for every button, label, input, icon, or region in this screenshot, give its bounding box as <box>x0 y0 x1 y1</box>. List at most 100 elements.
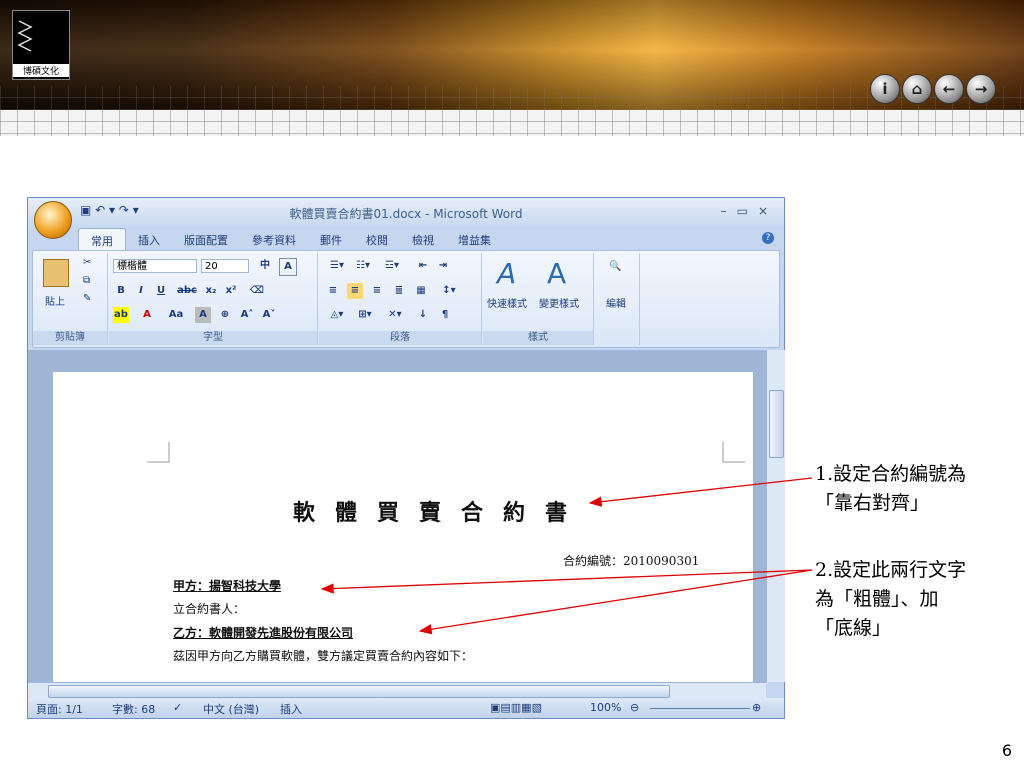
shrink-font-icon[interactable]: A˅ <box>261 307 277 323</box>
find-icon[interactable]: 🔍 <box>609 261 621 272</box>
ribbon-tabs: 常用 插入 版面配置 參考資料 郵件 校閱 檢視 增益集 <box>78 228 503 251</box>
enclose-char-icon[interactable]: ⊕ <box>217 307 233 323</box>
paragraph-group: ☰▾ ☷▾ ☲▾ ⇤ ⇥ ≡ ≡ ≡ ≣ ▦ ↕▾ ◬▾ ⊞▾ ✕▾ ↓ ¶ 段… <box>319 253 482 345</box>
vertical-scrollbar[interactable] <box>766 350 785 682</box>
char-shading-icon[interactable]: A <box>195 307 211 323</box>
slide-page-number: 6 <box>1001 741 1012 760</box>
change-styles-icon[interactable]: A <box>547 257 566 290</box>
editing-button[interactable]: 編輯 <box>606 295 626 310</box>
sort-icon[interactable]: ↓ <box>415 307 431 323</box>
tab-addins[interactable]: 增益集 <box>446 228 503 250</box>
show-marks-icon[interactable]: ¶ <box>437 307 453 323</box>
vertical-scroll-thumb[interactable] <box>769 390 784 458</box>
superscript-icon[interactable]: x² <box>223 283 239 299</box>
doc-title: 軟體買賣合約書 <box>293 500 588 526</box>
status-zoom[interactable]: 100% <box>590 701 621 714</box>
doc-contract-no: 合約編號：2010090301 <box>563 554 700 568</box>
redo-icon[interactable]: ↷ <box>119 203 133 217</box>
tab-view[interactable]: 檢視 <box>400 228 446 250</box>
strikethrough-icon[interactable]: abc <box>175 283 199 299</box>
status-bar: 頁面: 1/1 字數: 68 ✓ 中文 (台灣) 插入 ▣▤▥▦▧ 100% ⊖… <box>28 698 784 718</box>
bold-icon[interactable]: B <box>113 283 129 299</box>
status-words[interactable]: 字數: 68 <box>112 701 155 717</box>
font-size-select[interactable]: 20 <box>201 259 249 273</box>
view-buttons[interactable]: ▣▤▥▦▧ <box>490 701 542 714</box>
decrease-indent-icon[interactable]: ⇤ <box>415 258 431 274</box>
help-icon[interactable]: ? <box>762 232 774 244</box>
banner-grid-light <box>0 110 1024 136</box>
home-icon[interactable]: ⌂ <box>902 74 932 104</box>
spelling-check-icon[interactable]: ✓ <box>173 701 182 714</box>
quick-styles-button[interactable]: 快速樣式 <box>487 295 527 310</box>
font-group: 標楷體 20 中 A B I U abc x₂ x² ⌫ ab A Aa A ⊕… <box>109 253 318 345</box>
word-window: 軟體買賣合約書01.docx - Microsoft Word ▣ ↶ ▾ ↷ … <box>27 197 785 719</box>
zoom-slider[interactable] <box>650 708 750 709</box>
multilevel-list-icon[interactable]: ☲▾ <box>377 258 407 274</box>
publisher-logo: 博碩文化 <box>12 10 70 80</box>
doc-party-b: 乙方：軟體開發先進股份有限公司 <box>173 626 354 640</box>
zoom-out-icon[interactable]: ⊖ <box>630 701 639 714</box>
cut-icon[interactable]: ✂ <box>83 257 91 268</box>
copy-icon[interactable]: ⧉ <box>83 275 90 286</box>
tab-review[interactable]: 校閱 <box>354 228 400 250</box>
shading-icon[interactable]: ◬▾ <box>325 307 349 323</box>
save-icon[interactable]: ▣ <box>80 203 91 217</box>
maximize-icon[interactable]: ▭ <box>737 204 758 218</box>
increase-indent-icon[interactable]: ⇥ <box>435 258 451 274</box>
paste-icon[interactable] <box>43 259 69 287</box>
title-bar: 軟體買賣合約書01.docx - Microsoft Word ▣ ↶ ▾ ↷ … <box>28 198 784 228</box>
forward-arrow-icon[interactable]: → <box>966 74 996 104</box>
quick-styles-icon[interactable]: A <box>497 257 516 290</box>
zoom-in-icon[interactable]: ⊕ <box>752 701 761 714</box>
asian-layout-icon[interactable]: ✕▾ <box>381 307 409 323</box>
font-color-icon[interactable]: A <box>139 307 155 323</box>
doc-signatory: 立合約書人： <box>173 602 246 616</box>
document-page[interactable]: 軟體買賣合約書 合約編號：2010090301 甲方：揚智科技大學 立合約書人：… <box>53 372 753 682</box>
status-mode[interactable]: 插入 <box>280 701 302 717</box>
office-button[interactable] <box>34 201 72 239</box>
info-icon[interactable]: i <box>870 74 900 104</box>
tab-home[interactable]: 常用 <box>78 228 126 251</box>
grow-font-icon[interactable]: A˄ <box>239 307 255 323</box>
tab-layout[interactable]: 版面配置 <box>172 228 240 250</box>
slide-nav-buttons: i ⌂ ← → <box>870 74 996 104</box>
change-case-icon[interactable]: Aa <box>165 307 187 323</box>
annotation-2-line3: 「底線」 <box>815 617 892 639</box>
highlight-icon[interactable]: ab <box>113 307 129 323</box>
close-icon[interactable]: × <box>758 204 778 218</box>
align-center-icon[interactable]: ≡ <box>347 283 363 299</box>
subscript-icon[interactable]: x₂ <box>203 283 219 299</box>
paste-button[interactable]: 貼上 <box>45 293 65 308</box>
customize-qat-icon[interactable]: ▾ <box>133 203 139 217</box>
justify-icon[interactable]: ≣ <box>391 283 407 299</box>
phonetic-guide-icon[interactable]: 中 <box>257 258 273 274</box>
font-name-select[interactable]: 標楷體 <box>113 259 197 273</box>
bullets-icon[interactable]: ☰▾ <box>325 258 349 274</box>
horizontal-scrollbar[interactable] <box>28 682 766 699</box>
status-page[interactable]: 頁面: 1/1 <box>36 701 83 717</box>
underline-icon[interactable]: U <box>153 283 169 299</box>
italic-icon[interactable]: I <box>133 283 149 299</box>
numbering-icon[interactable]: ☷▾ <box>351 258 375 274</box>
format-painter-icon[interactable]: ✎ <box>83 293 91 304</box>
tab-references[interactable]: 參考資料 <box>240 228 308 250</box>
char-border-icon[interactable]: A <box>279 258 297 276</box>
styles-label: 樣式 <box>483 331 593 345</box>
align-right-icon[interactable]: ≡ <box>369 283 385 299</box>
distributed-icon[interactable]: ▦ <box>413 283 429 299</box>
clear-format-icon[interactable]: ⌫ <box>249 283 265 299</box>
status-language[interactable]: 中文 (台灣) <box>203 701 259 717</box>
horizontal-scroll-thumb[interactable] <box>48 685 670 698</box>
tab-mailings[interactable]: 郵件 <box>308 228 354 250</box>
line-spacing-icon[interactable]: ↕▾ <box>437 283 461 299</box>
change-styles-button[interactable]: 變更樣式 <box>539 295 579 310</box>
margin-corner-left <box>147 442 170 463</box>
tab-insert[interactable]: 插入 <box>126 228 172 250</box>
annotation-1: 1.設定合約編號為 「靠右對齊」 <box>815 460 966 518</box>
back-arrow-icon[interactable]: ← <box>934 74 964 104</box>
minimize-icon[interactable]: – <box>721 204 737 218</box>
undo-icon[interactable]: ↶ ▾ <box>95 203 115 217</box>
align-left-icon[interactable]: ≡ <box>325 283 341 299</box>
borders-icon[interactable]: ⊞▾ <box>353 307 377 323</box>
document-area: 軟體買賣合約書 合約編號：2010090301 甲方：揚智科技大學 立合約書人：… <box>28 350 766 682</box>
